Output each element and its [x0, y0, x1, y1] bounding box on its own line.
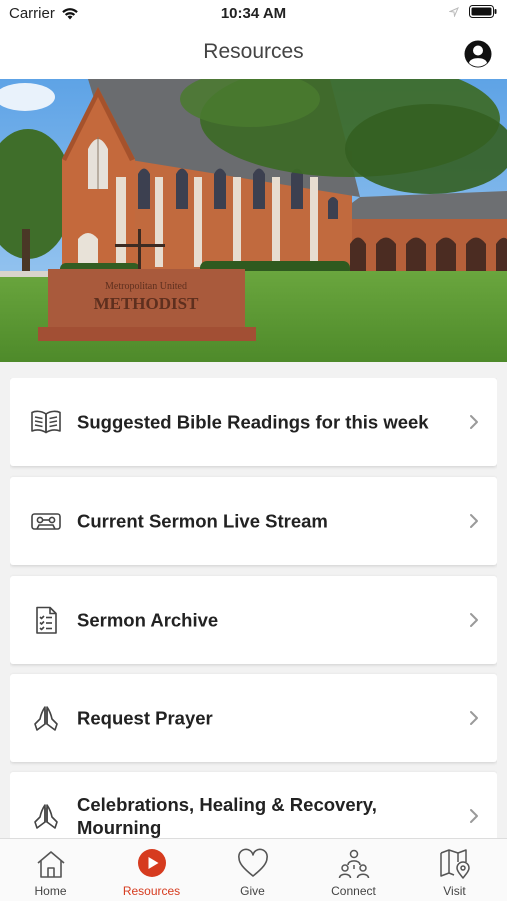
people-icon	[338, 849, 369, 879]
resource-list: Suggested Bible Readings for this week C…	[10, 378, 497, 838]
resource-label: Request Prayer	[77, 707, 213, 729]
praying-hands-icon	[34, 706, 58, 731]
chevron-right-icon	[470, 711, 478, 725]
tab-label: Resources	[122, 884, 181, 898]
battery-icon	[469, 5, 497, 18]
play-circle-icon	[137, 849, 166, 877]
resource-item-celebrations[interactable]: Celebrations, Healing & Recovery, Mourni…	[10, 772, 497, 838]
tab-give[interactable]: Give	[202, 839, 303, 901]
chevron-right-icon	[470, 415, 478, 429]
resource-item-request-prayer[interactable]: Request Prayer	[10, 674, 497, 762]
resource-label: Suggested Bible Readings for this week	[77, 411, 429, 433]
tab-resources[interactable]: Resources	[101, 839, 202, 901]
resource-label: Current Sermon Live Stream	[77, 510, 328, 532]
sign-text-line2: METHODIST	[94, 294, 200, 313]
chevron-right-icon	[470, 613, 478, 627]
status-time: 10:34 AM	[220, 5, 287, 22]
tab-label: Visit	[443, 884, 466, 898]
cassette-icon	[31, 513, 61, 530]
resource-item-bible-readings[interactable]: Suggested Bible Readings for this week	[10, 378, 497, 466]
location-arrow-icon	[449, 6, 459, 17]
tab-connect[interactable]: Connect	[303, 839, 404, 901]
resource-label: Sermon Archive	[77, 609, 219, 631]
tab-label: Connect	[331, 884, 376, 898]
tab-label: Home	[34, 884, 67, 898]
map-pin-icon	[439, 849, 470, 879]
resource-item-live-stream[interactable]: Current Sermon Live Stream	[10, 477, 497, 565]
resource-label: Celebrations, Healing & Recovery, Mourni…	[77, 794, 377, 838]
status-bar: Carrier 10:34 AM	[0, 0, 507, 28]
tab-home[interactable]: Home	[0, 839, 101, 901]
nav-bar: Resources	[0, 28, 507, 79]
sign-text-line1: Metropolitan United	[105, 281, 187, 292]
tab-bar: Home Resources Give Connect Visit	[0, 838, 507, 901]
heart-icon	[237, 848, 268, 877]
home-icon	[36, 851, 65, 878]
praying-hands-icon	[34, 804, 58, 829]
tab-label: Give	[240, 884, 265, 898]
church-photo: Metropolitan United METHODIST	[0, 79, 507, 362]
profile-icon[interactable]	[464, 40, 492, 68]
checklist-document-icon	[36, 606, 57, 634]
page-title: Resources	[203, 40, 304, 63]
chevron-right-icon	[470, 809, 478, 823]
resource-item-sermon-archive[interactable]: Sermon Archive	[10, 576, 497, 664]
tab-visit[interactable]: Visit	[404, 839, 505, 901]
open-book-icon	[31, 410, 61, 434]
chevron-right-icon	[470, 514, 478, 528]
